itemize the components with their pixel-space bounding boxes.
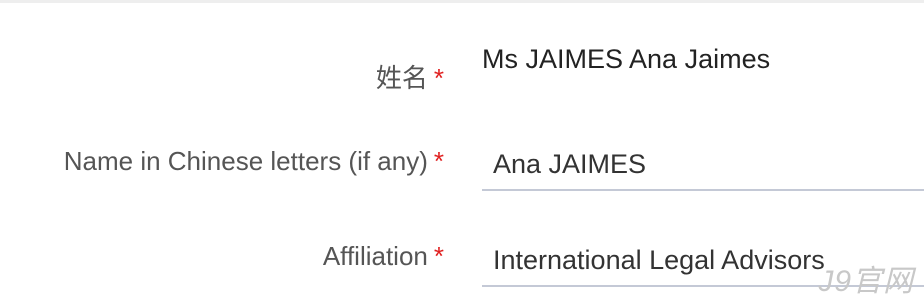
chinese-name-label-text: Name in Chinese letters (if any) — [63, 146, 428, 176]
chinese-name-label: Name in Chinese letters (if any) * — [64, 146, 444, 176]
name-label: 姓名 * — [376, 63, 444, 93]
watermark-logo: J9官网 — [818, 265, 914, 298]
required-asterisk: * — [433, 63, 444, 93]
affiliation-label-text: Affiliation — [322, 241, 428, 271]
name-label-text: 姓名 — [375, 63, 428, 93]
affiliation-label: Affiliation * — [323, 241, 444, 271]
chinese-name-input[interactable] — [482, 139, 924, 191]
name-value: Ms JAIMES Ana Jaimes — [482, 44, 771, 74]
registration-form-page: 姓名 * Ms JAIMES Ana Jaimes Name in Chinese… — [0, 0, 924, 308]
top-divider — [0, 0, 924, 3]
required-asterisk: * — [433, 146, 444, 176]
required-asterisk: * — [433, 241, 444, 271]
